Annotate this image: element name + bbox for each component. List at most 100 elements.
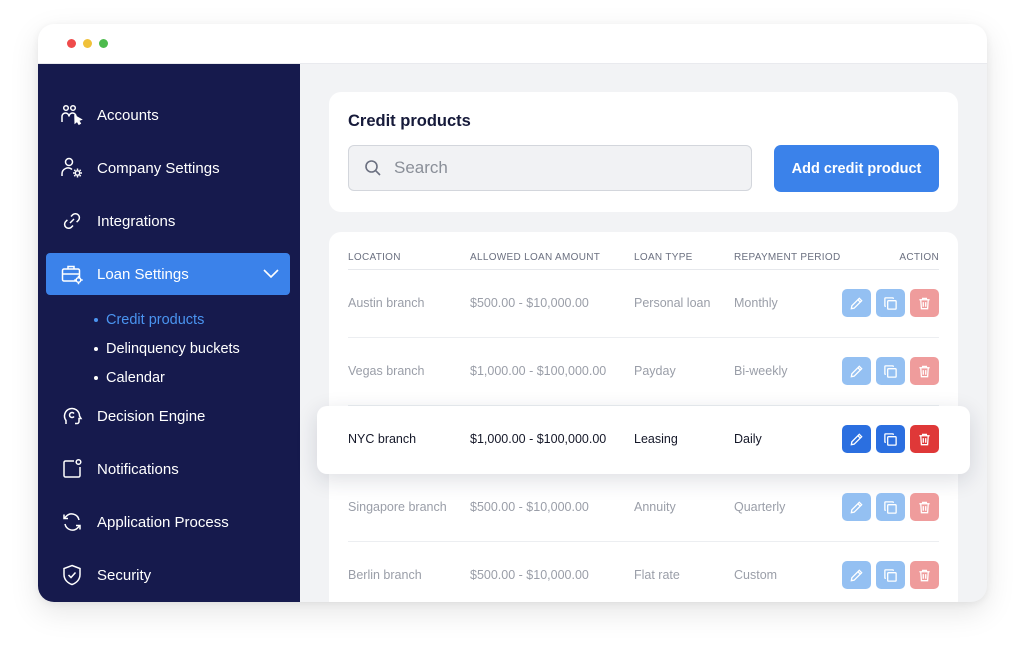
- sidebar-item-security[interactable]: Security: [46, 554, 290, 596]
- cell-repayment-period: Bi-weekly: [734, 364, 788, 378]
- trash-icon: [917, 296, 932, 311]
- cell-repayment-period: Monthly: [734, 296, 778, 310]
- delete-button[interactable]: [910, 425, 939, 453]
- cell-allowed-loan-amount: $1,000.00 - $100,000.00: [470, 432, 607, 446]
- integrations-icon: [59, 208, 85, 234]
- table-row[interactable]: NYC branch $1,000.00 - $100,000.00 Leasing…: [317, 406, 970, 474]
- cell-location: Vegas branch: [348, 364, 425, 378]
- row-actions: [842, 493, 939, 521]
- app-window: Accounts Company Settings Integrations L…: [38, 24, 987, 602]
- delete-button[interactable]: [910, 289, 939, 317]
- pencil-icon: [849, 296, 864, 311]
- minimize-window-dot[interactable]: [83, 39, 92, 48]
- edit-button[interactable]: [842, 493, 871, 521]
- sidebar: Accounts Company Settings Integrations L…: [38, 64, 300, 602]
- chevron-down-icon[interactable]: [262, 265, 280, 287]
- column-header-loan-type: LOAN TYPE: [634, 252, 693, 263]
- row-actions: [842, 357, 939, 385]
- bullet: [94, 318, 98, 322]
- bullet: [94, 376, 98, 380]
- trash-icon: [917, 568, 932, 583]
- edit-button[interactable]: [842, 357, 871, 385]
- sidebar-item-application-process[interactable]: Application Process: [46, 501, 290, 543]
- pencil-icon: [849, 568, 864, 583]
- cell-loan-type: Flat rate: [634, 568, 680, 582]
- submenu-item-delinquency-buckets[interactable]: Delinquency buckets: [94, 341, 240, 357]
- table-row[interactable]: Berlin branch $500.00 - $10,000.00 Flat ra…: [329, 542, 958, 602]
- table-row[interactable]: Vegas branch $1,000.00 - $100,000.00 Payda…: [329, 338, 958, 406]
- copy-icon: [883, 500, 898, 515]
- delete-button[interactable]: [910, 493, 939, 521]
- cell-loan-type: Leasing: [634, 432, 678, 446]
- trash-icon: [917, 364, 932, 379]
- search-field[interactable]: [348, 145, 752, 191]
- sidebar-item-integrations[interactable]: Integrations: [46, 200, 290, 242]
- sidebar-item-decision-engine[interactable]: Decision Engine: [46, 395, 290, 437]
- edit-button[interactable]: [842, 289, 871, 317]
- table-row[interactable]: Singapore branch $500.00 - $10,000.00 Annu…: [329, 474, 958, 542]
- row-actions: [842, 561, 939, 589]
- submenu-item-label: Credit products: [106, 312, 205, 328]
- notifications-icon: [59, 456, 85, 482]
- cell-loan-type: Personal loan: [634, 296, 711, 310]
- duplicate-button[interactable]: [876, 493, 905, 521]
- cell-repayment-period: Custom: [734, 568, 778, 582]
- maximize-window-dot[interactable]: [99, 39, 108, 48]
- duplicate-button[interactable]: [876, 357, 905, 385]
- edit-button[interactable]: [842, 561, 871, 589]
- pencil-icon: [849, 432, 864, 447]
- loan-settings-icon: [59, 261, 85, 287]
- table-row[interactable]: Austin branch $500.00 - $10,000.00 Persona…: [329, 270, 958, 338]
- edit-button[interactable]: [842, 425, 871, 453]
- delete-button[interactable]: [910, 357, 939, 385]
- delete-button[interactable]: [910, 561, 939, 589]
- sidebar-item-label: Decision Engine: [97, 407, 206, 425]
- cell-loan-type: Payday: [634, 364, 676, 378]
- copy-icon: [883, 364, 898, 379]
- submenu-item-credit-products[interactable]: Credit products: [94, 312, 204, 328]
- bullet: [94, 347, 98, 351]
- sidebar-item-label: Company Settings: [97, 159, 220, 177]
- shield-icon: [59, 562, 85, 588]
- search-icon: [364, 159, 382, 177]
- cell-location: Austin branch: [348, 296, 425, 310]
- duplicate-button[interactable]: [876, 289, 905, 317]
- cell-allowed-loan-amount: $1,000.00 - $100,000.00: [470, 364, 607, 378]
- application-process-icon: [59, 509, 85, 535]
- sidebar-item-label: Security: [97, 566, 152, 584]
- page-title: Credit products: [348, 112, 471, 130]
- decision-engine-icon: [59, 403, 85, 429]
- close-window-dot[interactable]: [67, 39, 76, 48]
- cell-repayment-period: Quarterly: [734, 500, 786, 514]
- submenu-item-calendar[interactable]: Calendar: [94, 370, 165, 386]
- duplicate-button[interactable]: [876, 425, 905, 453]
- row-actions: [842, 289, 939, 317]
- sidebar-item-label: Application Process: [97, 513, 229, 531]
- sidebar-item-company-settings[interactable]: Company Settings: [46, 147, 290, 189]
- copy-icon: [883, 296, 898, 311]
- add-credit-product-button[interactable]: Add credit product: [774, 145, 939, 192]
- sidebar-item-loan-settings[interactable]: Loan Settings: [46, 253, 290, 295]
- submenu-item-label: Delinquency buckets: [106, 341, 240, 357]
- column-header-repayment-period: REPAYMENT PERIOD: [734, 252, 841, 263]
- column-header-location: LOCATION: [348, 252, 401, 263]
- cell-location: Berlin branch: [348, 568, 422, 582]
- duplicate-button[interactable]: [876, 561, 905, 589]
- cell-location: Singapore branch: [348, 500, 447, 514]
- trash-icon: [917, 432, 932, 447]
- trash-icon: [917, 500, 932, 515]
- sidebar-item-label: Accounts: [97, 106, 159, 124]
- sidebar-item-label: Loan Settings: [97, 265, 189, 283]
- search-input[interactable]: [392, 157, 716, 179]
- cell-location: NYC branch: [348, 432, 417, 446]
- cell-loan-type: Annuity: [634, 500, 676, 514]
- pencil-icon: [849, 500, 864, 515]
- sidebar-item-notifications[interactable]: Notifications: [46, 448, 290, 490]
- cell-allowed-loan-amount: $500.00 - $10,000.00: [470, 568, 589, 582]
- cell-allowed-loan-amount: $500.00 - $10,000.00: [470, 296, 589, 310]
- copy-icon: [883, 432, 898, 447]
- cell-repayment-period: Daily: [734, 432, 762, 446]
- sidebar-item-accounts[interactable]: Accounts: [46, 94, 290, 136]
- accounts-icon: [59, 102, 85, 128]
- column-header-allowed-loan-amount: ALLOWED LOAN AMOUNT: [470, 252, 601, 263]
